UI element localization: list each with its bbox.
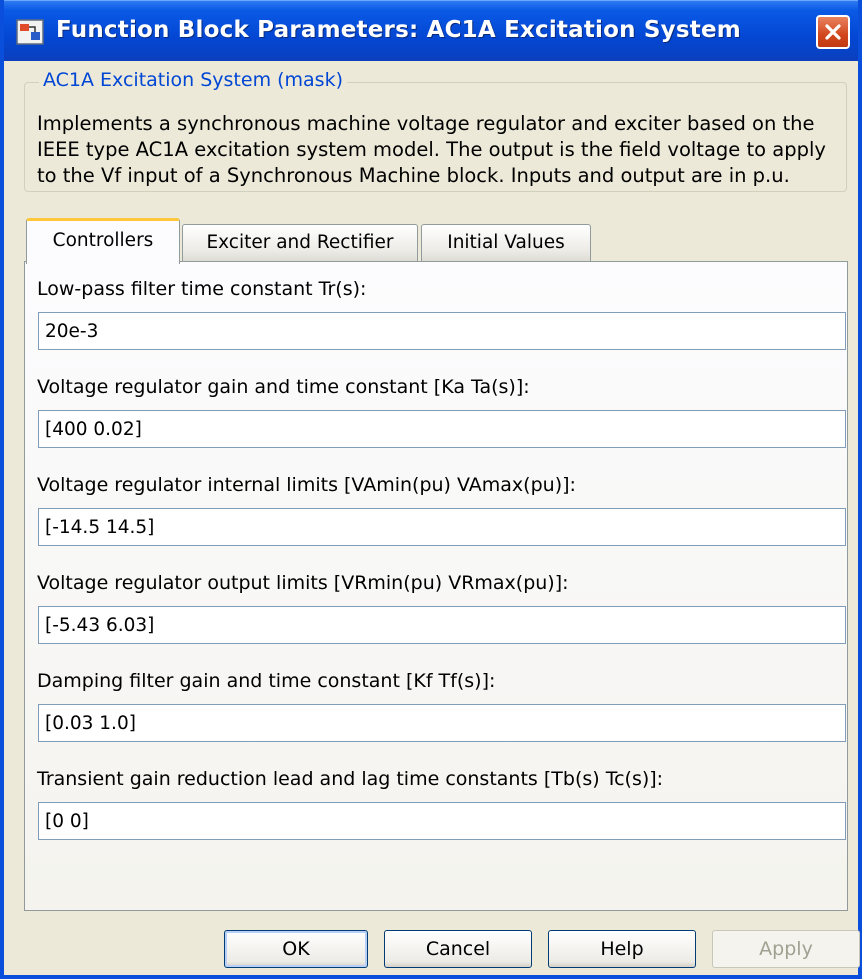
title-bar[interactable]: Function Block Parameters: AC1A Excitati… bbox=[4, 0, 858, 61]
param-label-tr: Low-pass filter time constant Tr(s): bbox=[37, 278, 367, 300]
cancel-button[interactable]: Cancel bbox=[384, 930, 532, 968]
simulink-block-icon bbox=[16, 19, 44, 45]
param-input-ka-ta[interactable] bbox=[38, 410, 846, 448]
close-button[interactable] bbox=[816, 15, 850, 49]
param-label-vr-limits: Voltage regulator output limits [VRmin(p… bbox=[37, 572, 569, 594]
param-label-ka-ta: Voltage regulator gain and time constant… bbox=[37, 376, 530, 398]
param-input-kf-tf[interactable] bbox=[38, 704, 846, 742]
tab-exciter-and-rectifier[interactable]: Exciter and Rectifier bbox=[182, 224, 418, 262]
apply-button[interactable]: Apply bbox=[712, 930, 860, 968]
group-legend: AC1A Excitation System (mask) bbox=[39, 69, 347, 91]
mask-description-group: AC1A Excitation System (mask) Implements… bbox=[24, 69, 847, 192]
tab-controllers[interactable]: Controllers bbox=[26, 218, 180, 264]
mask-description: Implements a synchronous machine voltage… bbox=[37, 112, 826, 187]
tab-panel-controllers: Low-pass filter time constant Tr(s): Vol… bbox=[24, 261, 848, 911]
param-input-tr[interactable] bbox=[38, 312, 846, 350]
dialog-window: Function Block Parameters: AC1A Excitati… bbox=[0, 0, 862, 979]
param-input-vr-limits[interactable] bbox=[38, 606, 846, 644]
param-label-tb-tc: Transient gain reduction lead and lag ti… bbox=[37, 768, 664, 790]
param-label-kf-tf: Damping filter gain and time constant [K… bbox=[37, 670, 496, 692]
param-label-va-limits: Voltage regulator internal limits [VAmin… bbox=[37, 474, 576, 496]
ok-button[interactable]: OK bbox=[224, 930, 368, 968]
param-input-va-limits[interactable] bbox=[38, 508, 846, 546]
window-title: Function Block Parameters: AC1A Excitati… bbox=[56, 17, 741, 43]
help-button[interactable]: Help bbox=[548, 930, 696, 968]
tab-initial-values[interactable]: Initial Values bbox=[421, 224, 591, 262]
param-input-tb-tc[interactable] bbox=[38, 802, 846, 840]
